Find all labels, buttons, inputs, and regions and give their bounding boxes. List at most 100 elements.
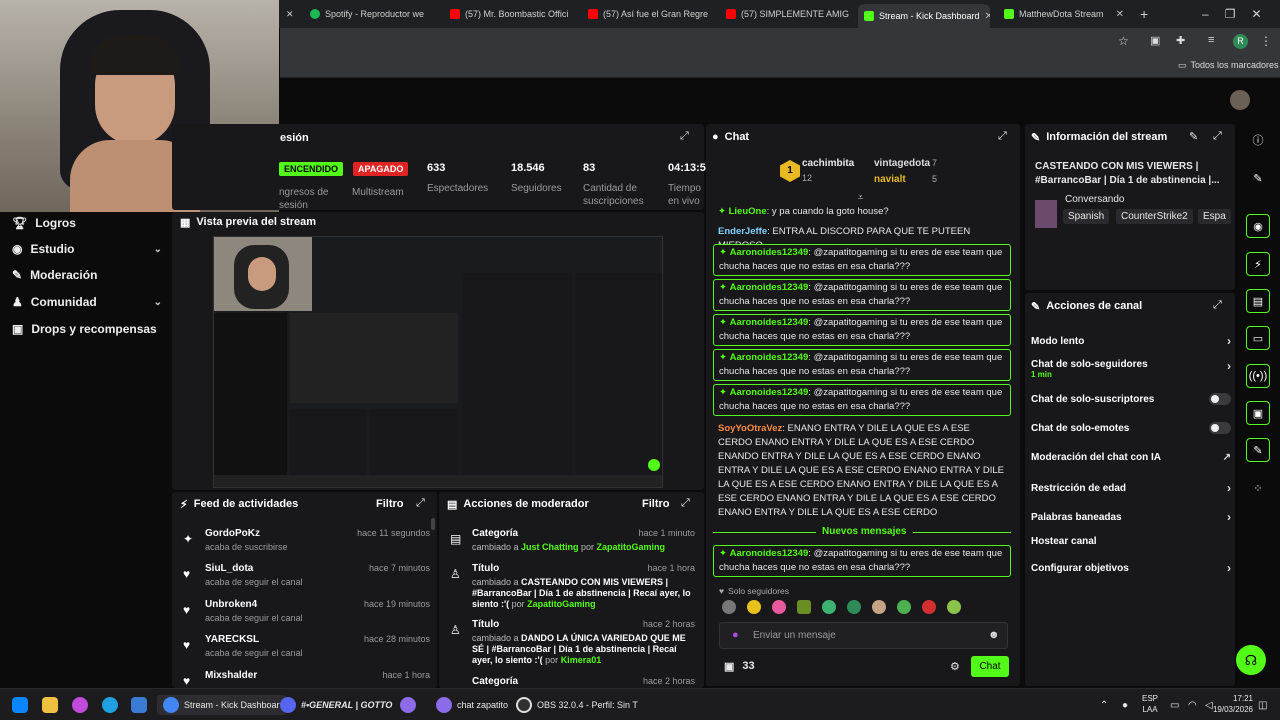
- expand-icon[interactable]: ⤢: [416, 497, 425, 510]
- expand-icon[interactable]: ⤢: [998, 130, 1007, 143]
- action-slow-mode[interactable]: Modo lento ›: [1031, 334, 1231, 348]
- tag-chip[interactable]: Espa: [1198, 209, 1231, 224]
- camera-icon[interactable]: ◉: [1246, 214, 1270, 238]
- top-gifter-name[interactable]: cachimbita: [802, 158, 854, 169]
- apps-icon[interactable]: ⁘: [1246, 476, 1270, 500]
- tab-close-icon[interactable]: ✕: [280, 4, 300, 24]
- second-gifter-name[interactable]: vintagedota: [874, 158, 930, 169]
- all-bookmarks[interactable]: ▭ Todos los marcadores: [1178, 60, 1279, 71]
- action-followers-only[interactable]: Chat de solo-seguidores 1 min ›: [1031, 359, 1231, 379]
- pencil-icon[interactable]: ✎: [1246, 166, 1270, 190]
- media-icon[interactable]: ≡: [1208, 34, 1214, 46]
- profile-avatar[interactable]: R: [1233, 34, 1248, 49]
- tab-youtube-2[interactable]: (57) Así fue el Gran Regre✕: [582, 4, 712, 24]
- chat-icon[interactable]: ▭: [1246, 326, 1270, 350]
- action-host-channel[interactable]: Hostear canal: [1031, 536, 1231, 547]
- expand-icon[interactable]: ⤢: [680, 130, 689, 143]
- taskbar-chrome-app[interactable]: Stream - Kick Dashboar: [157, 695, 286, 715]
- tab-kick-dashboard[interactable]: Stream - Kick Dashboard ✕: [858, 4, 990, 28]
- close-icon[interactable]: ✕: [985, 11, 990, 22]
- emote-icon[interactable]: [722, 600, 736, 614]
- store-icon[interactable]: [131, 695, 147, 715]
- emote-icon[interactable]: [922, 600, 936, 614]
- new-messages-label[interactable]: Nuevos mensajes: [816, 526, 913, 537]
- mod-filter-button[interactable]: Filtro: [642, 498, 670, 510]
- maximize-icon[interactable]: ❐: [1225, 7, 1236, 21]
- tray-chevron-icon[interactable]: ⌃: [1100, 695, 1108, 715]
- close-icon[interactable]: ✕: [1116, 9, 1128, 20]
- third-gifter-name[interactable]: navialt: [874, 174, 906, 185]
- subs-only-toggle[interactable]: [1209, 393, 1231, 405]
- puzzle-icon[interactable]: ✚: [1176, 34, 1185, 47]
- emote-icon[interactable]: [947, 600, 961, 614]
- category-name[interactable]: Conversando: [1065, 194, 1124, 205]
- action-ai-moderation[interactable]: Moderación del chat con IA ↗: [1031, 452, 1231, 463]
- sidebar-item-drops[interactable]: ▣ Drops y recompensas: [12, 322, 162, 336]
- windows-start-icon[interactable]: [12, 695, 28, 715]
- sidebar-item-moderacion[interactable]: ✎ Moderación: [12, 268, 162, 282]
- document-icon[interactable]: ▤: [1246, 289, 1270, 313]
- taskbar-obs-app[interactable]: OBS 32.0.4 - Perfil: Sin T: [516, 695, 638, 715]
- tag-chip[interactable]: CounterStrike2: [1116, 209, 1193, 224]
- wrench-icon[interactable]: ✎: [1246, 438, 1270, 462]
- tab-spotify[interactable]: Spotify - Reproductor web✕: [304, 4, 424, 24]
- copilot-icon[interactable]: [72, 695, 88, 715]
- expand-icon[interactable]: ⤢: [1213, 130, 1222, 143]
- microphone-icon[interactable]: ●: [732, 629, 739, 641]
- taskbar-discord-app[interactable]: #•GENERAL | GOTTO: [280, 695, 392, 715]
- emote-icon[interactable]: [797, 600, 811, 614]
- sidebar-item-estudio[interactable]: ◉ Estudio ⌄: [12, 242, 162, 256]
- expand-icon[interactable]: ⤢: [1213, 299, 1222, 312]
- taskbar-chat-app[interactable]: chat zapatito: [436, 695, 508, 715]
- emote-icon[interactable]: [747, 600, 761, 614]
- broadcast-icon[interactable]: ((•)): [1246, 364, 1270, 388]
- user-avatar[interactable]: [1230, 90, 1250, 110]
- window-controls[interactable]: – ❐ ✕: [1196, 4, 1276, 24]
- action-age-restriction[interactable]: Restricción de edad ›: [1031, 481, 1231, 495]
- sidebar-item-comunidad[interactable]: ♟ Comunidad ⌄: [12, 295, 162, 309]
- edge-icon[interactable]: [102, 695, 118, 715]
- language-indicator[interactable]: ESP LAA: [1142, 693, 1158, 714]
- chat-input[interactable]: ● Enviar un mensaje ☻: [719, 622, 1008, 649]
- support-headset-icon[interactable]: ☊: [1236, 645, 1266, 675]
- new-tab-button[interactable]: +: [1134, 4, 1154, 24]
- close-icon[interactable]: ✕: [573, 9, 574, 20]
- tab-youtube-3[interactable]: (57) SIMPLEMENTE AMIG✕: [720, 4, 850, 24]
- category-thumbnail[interactable]: [1035, 200, 1057, 228]
- tab-youtube-1[interactable]: (57) Mr. Boombastic Offici✕: [444, 4, 574, 24]
- feed-scrollbar[interactable]: [431, 518, 435, 530]
- action-set-goals[interactable]: Configurar objetivos ›: [1031, 561, 1231, 575]
- emoji-icon[interactable]: ☻: [988, 629, 1000, 641]
- emotes-only-toggle[interactable]: [1209, 422, 1231, 434]
- stream-video[interactable]: [213, 236, 663, 488]
- emote-icon[interactable]: [897, 600, 911, 614]
- tab-kick-stream[interactable]: MatthewDota Stream ✕: [998, 4, 1128, 24]
- feed-filter-button[interactable]: Filtro: [376, 498, 404, 510]
- expand-icon[interactable]: ⤢: [681, 497, 690, 510]
- wifi-icon[interactable]: ◠: [1188, 695, 1197, 715]
- collapse-icon[interactable]: ⩡: [858, 192, 863, 203]
- notification-icon[interactable]: ◫: [1258, 695, 1267, 715]
- action-banned-words[interactable]: Palabras baneadas ›: [1031, 510, 1231, 524]
- layout-icon[interactable]: ▣: [1246, 401, 1270, 425]
- taskbar-app[interactable]: [400, 695, 416, 715]
- lightning-icon[interactable]: ⚡︎: [1246, 252, 1270, 276]
- microphone-tray-icon[interactable]: ●: [1122, 695, 1128, 715]
- minimize-icon[interactable]: –: [1202, 7, 1209, 21]
- tag-chip[interactable]: Spanish: [1063, 209, 1110, 224]
- sidebar-item-logros[interactable]: 🏆︎ Logros: [12, 216, 162, 230]
- emote-icon[interactable]: [772, 600, 786, 614]
- close-window-icon[interactable]: ✕: [1251, 7, 1261, 21]
- extension-icon[interactable]: ▣: [1150, 34, 1160, 47]
- clock[interactable]: 17:21 19/03/2026: [1208, 693, 1253, 714]
- file-explorer-icon[interactable]: [42, 695, 58, 715]
- network-icon[interactable]: ▭: [1170, 695, 1179, 715]
- menu-icon[interactable]: ⋮: [1260, 34, 1272, 48]
- chat-send-button[interactable]: Chat: [971, 656, 1009, 677]
- settings-icon[interactable]: ⚙: [950, 660, 960, 673]
- emote-icon[interactable]: [847, 600, 861, 614]
- star-icon[interactable]: ☆: [1118, 34, 1129, 48]
- edit-icon[interactable]: ✎: [1189, 130, 1198, 143]
- emote-icon[interactable]: [872, 600, 886, 614]
- emote-icon[interactable]: [822, 600, 836, 614]
